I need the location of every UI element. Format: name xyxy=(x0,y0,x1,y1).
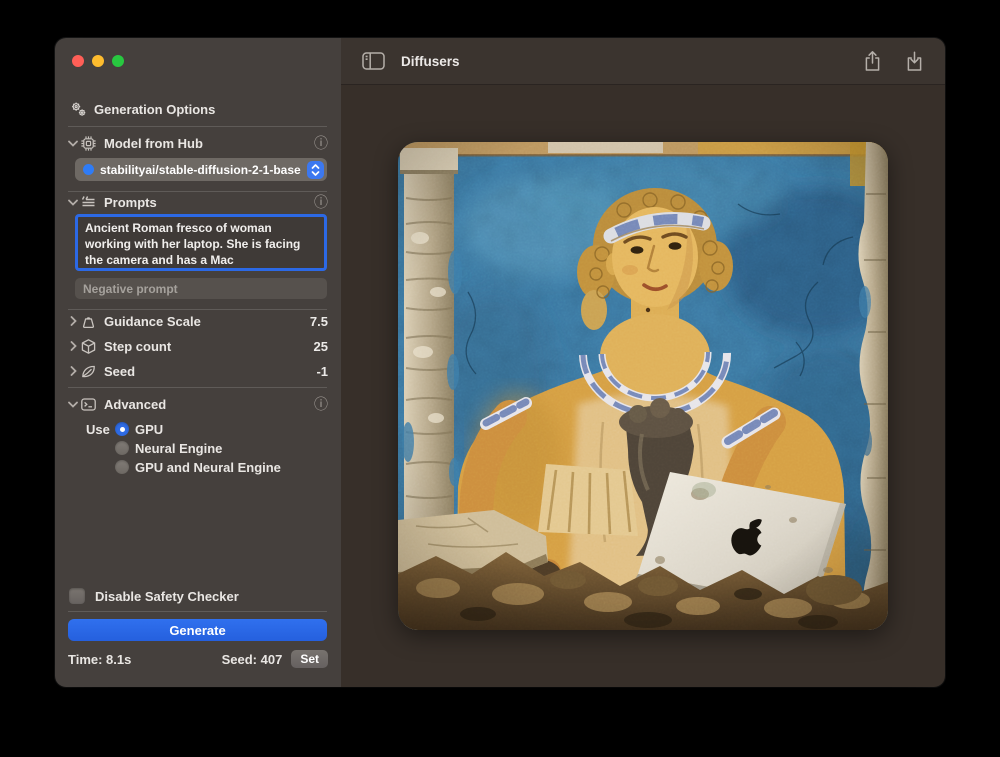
chevron-down-icon[interactable] xyxy=(66,140,80,147)
radio-option-neural-engine[interactable]: Neural Engine xyxy=(115,439,222,457)
safety-checker-label: Disable Safety Checker xyxy=(95,589,328,604)
app-window: Generation Options Model from Hub ⓘ stab… xyxy=(55,38,945,687)
divider xyxy=(68,387,327,388)
guidance-scale-row[interactable]: Guidance Scale 7.5 xyxy=(66,311,328,331)
titlebar: Diffusers xyxy=(341,38,945,85)
info-icon[interactable]: ⓘ xyxy=(314,397,328,411)
divider xyxy=(68,611,327,612)
model-status-dot xyxy=(83,164,94,175)
info-icon[interactable]: ⓘ xyxy=(314,136,328,150)
chevron-down-icon[interactable] xyxy=(66,199,80,206)
leaf-icon xyxy=(80,363,97,380)
sidebar: Generation Options Model from Hub ⓘ stab… xyxy=(55,38,341,687)
zoom-button[interactable] xyxy=(112,55,124,67)
model-from-hub-row[interactable]: Model from Hub ⓘ xyxy=(66,133,328,153)
advanced-row[interactable]: Advanced ⓘ xyxy=(66,394,328,414)
divider xyxy=(68,126,327,127)
cube-icon xyxy=(80,338,97,355)
set-seed-button[interactable]: Set xyxy=(291,650,328,668)
radio-label: GPU xyxy=(135,422,163,437)
guidance-scale-label: Guidance Scale xyxy=(104,314,310,329)
seed-row[interactable]: Seed -1 xyxy=(66,361,328,381)
radio-icon[interactable] xyxy=(115,460,129,474)
sidebar-toggle-icon[interactable] xyxy=(361,49,385,73)
share-icon[interactable] xyxy=(860,49,884,73)
generate-button[interactable]: Generate xyxy=(68,619,327,641)
prompt-textarea[interactable]: Ancient Roman fresco of woman working wi… xyxy=(75,214,327,271)
radio-label: GPU and Neural Engine xyxy=(135,460,281,475)
negative-prompt-input[interactable] xyxy=(75,278,327,299)
minimize-button[interactable] xyxy=(92,55,104,67)
radio-option-gpu-and-neural-engine[interactable]: GPU and Neural Engine xyxy=(115,458,281,476)
status-bar: Time: 8.1s Seed: 407 Set xyxy=(68,649,328,669)
safety-checker-row[interactable]: Disable Safety Checker xyxy=(68,586,328,606)
chevron-right-icon[interactable] xyxy=(66,316,80,326)
seed-value: -1 xyxy=(316,364,328,379)
chevron-down-icon[interactable] xyxy=(66,401,80,408)
chevron-right-icon[interactable] xyxy=(66,341,80,351)
text-quote-icon xyxy=(80,194,97,211)
generated-image[interactable] xyxy=(398,142,888,630)
step-count-row[interactable]: Step count 25 xyxy=(66,336,328,356)
seed-label: Seed xyxy=(104,364,316,379)
close-button[interactable] xyxy=(72,55,84,67)
disable-safety-checkbox[interactable] xyxy=(69,588,85,604)
window-title: Diffusers xyxy=(401,54,860,69)
radio-icon[interactable] xyxy=(115,441,129,455)
traffic-lights xyxy=(72,55,124,67)
time-status: Time: 8.1s xyxy=(68,652,131,667)
chip-icon xyxy=(80,135,97,152)
step-count-value: 25 xyxy=(314,339,328,354)
divider xyxy=(68,309,327,310)
generation-options-header: Generation Options xyxy=(70,99,328,119)
save-download-icon[interactable] xyxy=(902,49,926,73)
canvas-area xyxy=(341,85,945,687)
scale-weight-icon xyxy=(80,313,97,330)
chevron-right-icon[interactable] xyxy=(66,366,80,376)
model-select-value: stabilityai/stable-diffusion-2-1-base xyxy=(100,163,307,177)
gears-icon xyxy=(70,101,87,118)
step-count-label: Step count xyxy=(104,339,314,354)
radio-selected-icon[interactable] xyxy=(115,422,129,436)
advanced-label: Advanced xyxy=(104,397,306,412)
seed-status: Seed: 407 xyxy=(222,652,283,667)
prompts-label: Prompts xyxy=(104,195,306,210)
use-label: Use xyxy=(86,420,110,438)
model-select[interactable]: stabilityai/stable-diffusion-2-1-base xyxy=(75,158,327,181)
select-stepper-icon[interactable] xyxy=(307,161,324,179)
info-icon[interactable]: ⓘ xyxy=(314,195,328,209)
radio-option-gpu[interactable]: GPU xyxy=(115,420,163,438)
model-label: Model from Hub xyxy=(104,136,306,151)
sidebar-title: Generation Options xyxy=(94,102,328,117)
radio-label: Neural Engine xyxy=(135,441,222,456)
prompts-row[interactable]: Prompts ⓘ xyxy=(66,192,328,212)
main-area: Diffusers xyxy=(341,38,945,687)
guidance-scale-value: 7.5 xyxy=(310,314,328,329)
terminal-icon xyxy=(80,396,97,413)
